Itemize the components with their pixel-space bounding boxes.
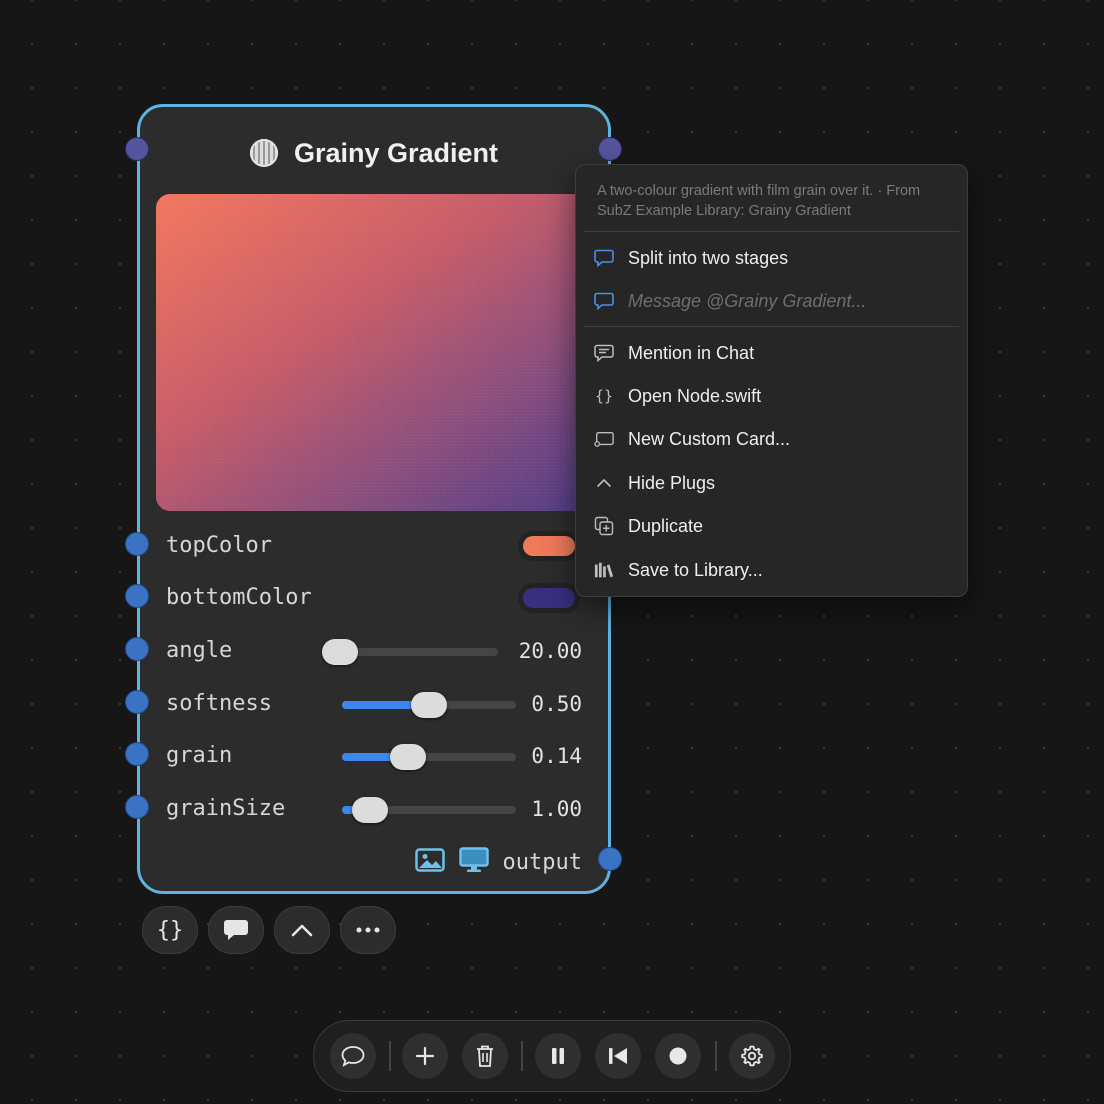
color-swatch-bottomColor[interactable] — [518, 583, 580, 613]
slider-knob[interactable] — [322, 639, 358, 665]
toolbar-separator — [715, 1041, 717, 1071]
menu-item-duplicate[interactable]: Duplicate — [594, 510, 959, 542]
value-softness: 0.50 — [531, 692, 582, 716]
toolbar-add-button[interactable] — [402, 1033, 448, 1079]
output-label: output — [502, 849, 582, 875]
toolbar-separator — [389, 1041, 391, 1071]
toolbar-delete-button[interactable] — [462, 1033, 508, 1079]
more-horizontal-icon — [356, 927, 380, 933]
output-plug-output[interactable] — [598, 847, 622, 871]
menu-item-label: Message @Grainy Gradient... — [628, 290, 867, 311]
toolbar-settings-button[interactable] — [729, 1033, 775, 1079]
node-more-button[interactable] — [340, 906, 396, 954]
output-row: output — [414, 847, 582, 877]
menu-item-label: Hide Plugs — [628, 472, 716, 493]
menu-item-label: Split into two stages — [628, 247, 789, 268]
menu-description: A two-colour gradient with film grain ov… — [597, 183, 921, 219]
trash-icon — [477, 1045, 493, 1067]
node-chat-button[interactable] — [208, 906, 264, 954]
slider-knob[interactable] — [390, 744, 427, 770]
toolbar-record-button[interactable] — [655, 1033, 701, 1079]
value-angle: 20.00 — [518, 639, 582, 663]
node-title: Grainy Gradient — [293, 137, 499, 168]
card-icon — [594, 429, 614, 449]
skip-back-icon — [609, 1048, 627, 1064]
menu-item-split[interactable]: Split into two stages — [594, 242, 959, 274]
slider-knob[interactable] — [411, 692, 447, 718]
chevron-up-icon — [594, 473, 614, 493]
menu-item-label: Open Node.swift — [628, 385, 762, 406]
menu-item-hide-plugs[interactable]: Hide Plugs — [594, 467, 959, 499]
gear-icon — [741, 1045, 763, 1067]
input-plug-grainSize[interactable] — [125, 795, 149, 819]
input-plug-grain[interactable] — [125, 742, 149, 766]
color-swatch-topColor[interactable] — [518, 531, 580, 561]
menu-item-custom-card[interactable]: New Custom Card... — [594, 423, 959, 455]
value-grainSize: 1.00 — [531, 797, 582, 821]
chat-bubble-icon — [224, 920, 248, 940]
image-icon[interactable] — [414, 848, 445, 876]
chevron-up-icon — [291, 924, 313, 937]
chat-lines-icon — [594, 343, 614, 363]
param-label-bottomColor: bottomColor — [166, 585, 312, 610]
menu-item-mention[interactable]: Mention in Chat — [594, 337, 959, 369]
pause-icon — [552, 1048, 564, 1064]
menu-item-label: New Custom Card... — [628, 428, 791, 449]
duplicate-icon — [594, 516, 614, 536]
code-braces-icon: {} — [594, 387, 614, 405]
bottom-toolbar — [313, 1020, 791, 1092]
menu-message-input[interactable]: Message @Grainy Gradient... — [594, 285, 959, 317]
menu-item-open-node[interactable]: {} Open Node.swift — [594, 380, 959, 412]
slider-angle[interactable] — [322, 639, 498, 665]
menu-item-save-library[interactable]: Save to Library... — [594, 554, 959, 586]
node-code-button[interactable]: {} — [142, 906, 198, 954]
toolbar-rewind-button[interactable] — [595, 1033, 641, 1079]
input-plug-softness[interactable] — [125, 690, 149, 714]
film-grain-icon — [249, 139, 278, 167]
param-label-softness: softness — [166, 691, 272, 716]
param-label-grainSize: grainSize — [166, 796, 286, 821]
value-grain: 0.14 — [531, 744, 582, 768]
menu-item-label: Save to Library... — [628, 559, 763, 580]
chat-bubble-icon — [341, 1046, 365, 1067]
toolbar-separator — [521, 1041, 523, 1071]
menu-separator — [584, 326, 959, 327]
code-braces-icon: {} — [156, 917, 184, 943]
input-plug-bottomColor[interactable] — [125, 584, 149, 608]
color-fill-topColor — [523, 536, 575, 556]
input-plug-topColor[interactable] — [125, 532, 149, 556]
toolbar-pause-button[interactable] — [535, 1033, 581, 1079]
gradient-preview — [156, 194, 596, 511]
param-label-topColor: topColor — [166, 533, 272, 558]
input-plug-angle[interactable] — [125, 637, 149, 661]
color-fill-bottomColor — [523, 588, 575, 608]
slider-knob[interactable] — [351, 797, 388, 823]
menu-separator — [584, 231, 959, 232]
toolbar-chat-button[interactable] — [330, 1033, 376, 1079]
slider-grain[interactable] — [342, 744, 516, 770]
output-plug-main[interactable] — [598, 137, 622, 161]
plus-icon — [415, 1046, 435, 1066]
input-plug-main[interactable] — [125, 137, 149, 161]
monitor-icon[interactable] — [458, 847, 489, 877]
chat-bubble-icon — [594, 291, 614, 311]
chat-bubble-icon — [594, 248, 614, 268]
param-label-grain: grain — [166, 743, 233, 768]
library-icon — [594, 560, 614, 580]
menu-item-label: Mention in Chat — [628, 342, 755, 363]
node-header[interactable]: Grainy Gradient — [140, 135, 608, 171]
slider-softness[interactable] — [342, 692, 516, 718]
node-collapse-button[interactable] — [274, 906, 330, 954]
context-menu: A two-colour gradient with film grain ov… — [575, 164, 968, 597]
param-label-angle: angle — [166, 638, 233, 663]
slider-grainSize[interactable] — [342, 797, 516, 823]
record-icon — [669, 1047, 687, 1065]
menu-item-label: Duplicate — [628, 515, 704, 536]
node-card[interactable]: Grainy Gradient topColor bottomColor ang… — [137, 104, 611, 894]
